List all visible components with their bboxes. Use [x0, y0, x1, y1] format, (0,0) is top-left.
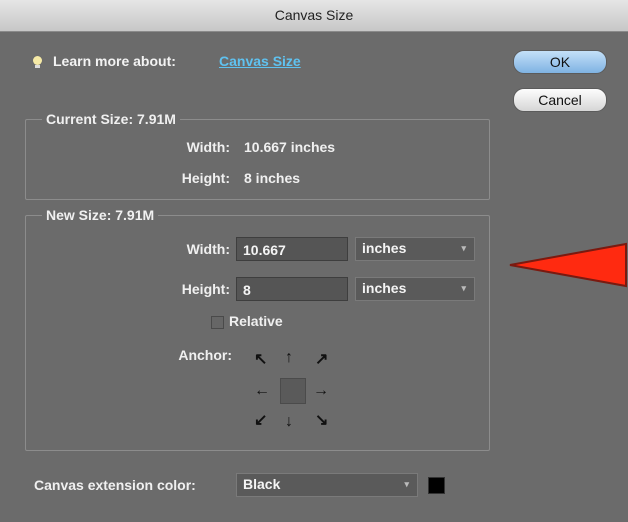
chevron-down-icon: ▾ [461, 243, 466, 253]
current-width-value: 10.667 inches [244, 139, 336, 155]
learn-more-link[interactable]: Canvas Size [219, 53, 301, 69]
chevron-down-icon: ▾ [404, 479, 409, 489]
arrow-n-icon[interactable]: ↑ [285, 350, 293, 366]
relative-label: Relative [229, 313, 283, 329]
relative-checkbox[interactable] [211, 316, 224, 329]
height-unit-value: inches [362, 280, 407, 296]
arrow-w-icon[interactable]: ← [254, 383, 270, 399]
chevron-down-icon: ▾ [461, 283, 466, 293]
width-unit-value: inches [362, 240, 407, 256]
anchor-center[interactable] [280, 378, 306, 404]
height-input[interactable]: 8 [236, 277, 348, 301]
current-size-legend: Current Size: 7.91M [46, 111, 176, 127]
cancel-button[interactable]: Cancel [513, 88, 607, 112]
current-width-label: Width: [186, 139, 230, 155]
red-arrow-pointer [509, 242, 627, 288]
window-title: Canvas Size [0, 0, 628, 32]
extension-color-select[interactable]: Black ▾ [236, 473, 418, 497]
extension-color-label: Canvas extension color: [34, 477, 196, 493]
ok-button[interactable]: OK [513, 50, 607, 74]
arrow-s-icon[interactable]: ↓ [285, 414, 293, 430]
arrow-e-icon[interactable]: → [313, 383, 329, 399]
new-size-legend: New Size: 7.91M [46, 207, 155, 223]
lightbulb-icon [33, 56, 42, 68]
new-width-label: Width: [186, 241, 230, 257]
extension-color-value: Black [243, 476, 281, 492]
new-height-label: Height: [181, 281, 230, 297]
current-height-value: 8 inches [244, 170, 301, 186]
current-height-label: Height: [181, 170, 230, 186]
height-unit-select[interactable]: inches ▾ [355, 277, 475, 301]
arrow-ne-icon[interactable]: ↗ [315, 352, 328, 368]
extension-color-swatch[interactable] [428, 477, 445, 494]
current-size-group: Current Size: 7.91M [25, 111, 490, 200]
learn-more-label: Learn more about: [53, 53, 176, 69]
arrow-sw-icon[interactable]: ↙ [254, 413, 267, 429]
arrow-nw-icon[interactable]: ↖ [254, 352, 267, 368]
arrow-se-icon[interactable]: ↘ [315, 413, 328, 429]
width-unit-select[interactable]: inches ▾ [355, 237, 475, 261]
anchor-label: Anchor: [178, 347, 232, 363]
width-input[interactable]: 10.667 [236, 237, 348, 261]
